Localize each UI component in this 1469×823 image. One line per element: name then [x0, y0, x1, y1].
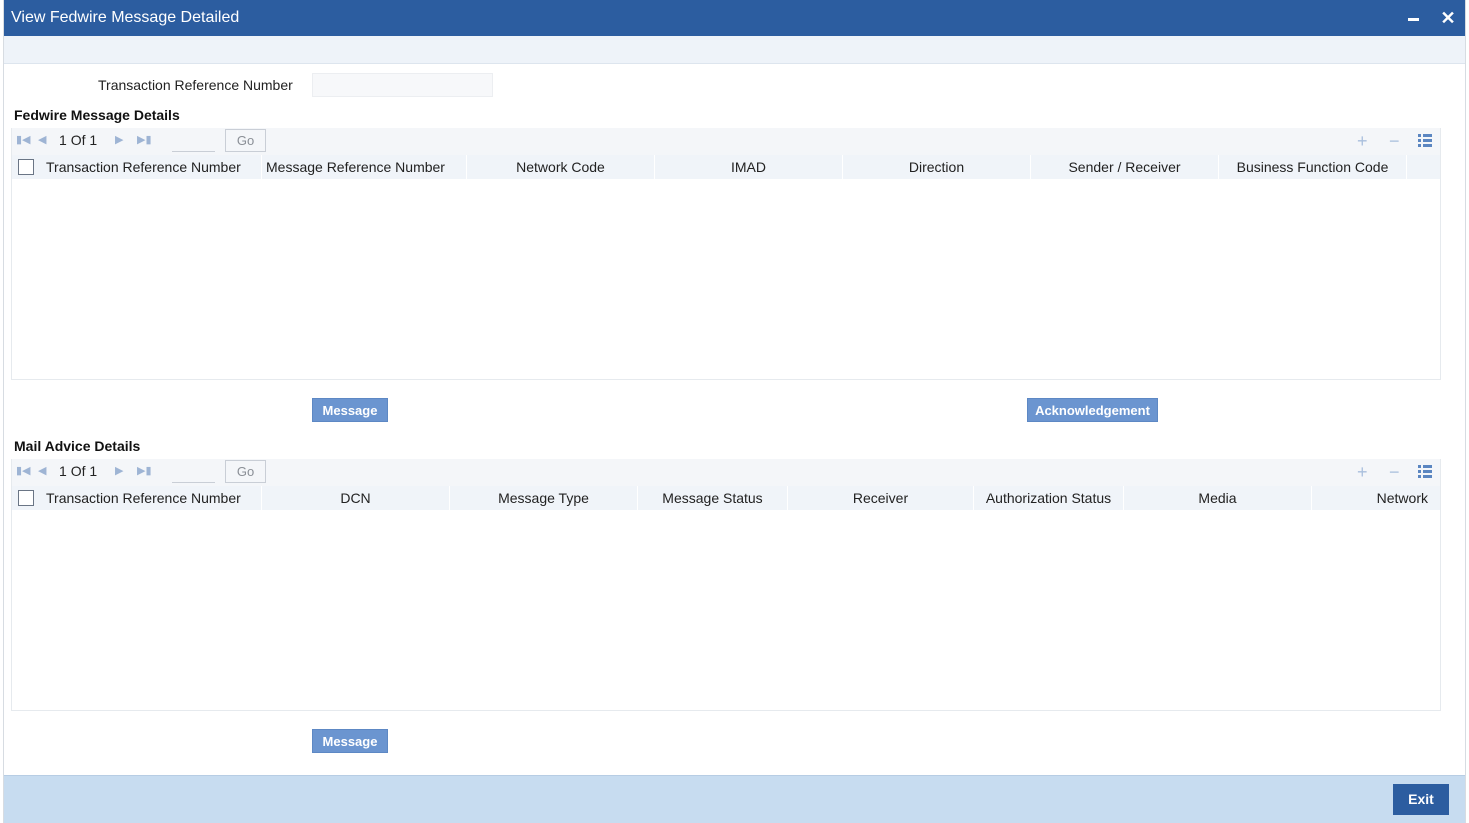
select-all-checkbox[interactable]: [18, 490, 34, 506]
title-bar: View Fedwire Message Detailed ✕: [4, 0, 1465, 36]
col-business-function-code[interactable]: Business Function Code: [1219, 155, 1407, 179]
col-sender-receiver[interactable]: Sender / Receiver: [1031, 155, 1219, 179]
next-page-icon[interactable]: ▶: [115, 133, 123, 146]
page-number-input[interactable]: [172, 461, 215, 483]
select-all-checkbox[interactable]: [18, 159, 34, 175]
col-receiver[interactable]: Receiver: [788, 486, 974, 510]
remove-row-icon[interactable]: −: [1389, 462, 1400, 482]
fedwire-message-button[interactable]: Message: [312, 398, 388, 422]
mail-section-title: Mail Advice Details: [14, 438, 141, 454]
mail-message-button[interactable]: Message: [312, 729, 388, 753]
page-number-input[interactable]: [172, 130, 215, 152]
mail-pager: ▮◀ ◀ 1 Of 1 ▶ ▶▮ Go + −: [12, 459, 1440, 486]
page-indicator: 1 Of 1: [59, 463, 97, 479]
fedwire-section-title: Fedwire Message Details: [14, 107, 180, 123]
footer-bar: Exit: [4, 775, 1465, 823]
fedwire-grid: ▮◀ ◀ 1 Of 1 ▶ ▶▮ Go + − Transaction Refe…: [11, 128, 1441, 380]
col-message-reference-number[interactable]: Message Reference Number: [262, 155, 467, 179]
col-dcn[interactable]: DCN: [262, 486, 450, 510]
mail-grid: ▮◀ ◀ 1 Of 1 ▶ ▶▮ Go + − Transaction Refe…: [11, 459, 1441, 711]
first-page-icon[interactable]: ▮◀: [16, 464, 31, 477]
current-page: 1: [59, 132, 67, 148]
minimize-icon: [1407, 18, 1419, 21]
window-title: View Fedwire Message Detailed: [11, 9, 240, 26]
fedwire-table-header: Transaction Reference Number Message Ref…: [12, 155, 1440, 179]
col-imad[interactable]: IMAD: [655, 155, 843, 179]
first-page-icon[interactable]: ▮◀: [16, 133, 31, 146]
last-page-icon[interactable]: ▶▮: [137, 464, 152, 477]
of-label: Of: [70, 463, 86, 479]
go-button[interactable]: Go: [225, 129, 266, 152]
col-media[interactable]: Media: [1124, 486, 1312, 510]
mail-table-header: Transaction Reference Number DCN Message…: [12, 486, 1440, 510]
trn-input[interactable]: [312, 73, 493, 97]
prev-page-icon[interactable]: ◀: [38, 464, 46, 477]
col-direction[interactable]: Direction: [843, 155, 1031, 179]
acknowledgement-button[interactable]: Acknowledgement: [1027, 398, 1158, 422]
col-transaction-reference-number[interactable]: Transaction Reference Number: [40, 486, 262, 510]
col-network[interactable]: Network: [1312, 486, 1440, 510]
next-page-icon[interactable]: ▶: [115, 464, 123, 477]
add-row-icon[interactable]: +: [1357, 131, 1368, 151]
col-authorization-status[interactable]: Authorization Status: [974, 486, 1124, 510]
toolbar-strip: [4, 36, 1465, 64]
prev-page-icon[interactable]: ◀: [38, 133, 46, 146]
col-transaction-reference-number[interactable]: Transaction Reference Number: [40, 155, 262, 179]
total-pages: 1: [89, 132, 98, 148]
total-pages: 1: [89, 463, 98, 479]
of-label: Of: [70, 132, 86, 148]
exit-button[interactable]: Exit: [1393, 784, 1449, 815]
add-row-icon[interactable]: +: [1357, 462, 1368, 482]
col-network-code[interactable]: Network Code: [467, 155, 655, 179]
col-message-type[interactable]: Message Type: [450, 486, 638, 510]
column-list-icon[interactable]: [1418, 465, 1432, 479]
minimize-button[interactable]: [1402, 6, 1424, 30]
fedwire-message-window: View Fedwire Message Detailed ✕ Transact…: [3, 0, 1466, 823]
close-button[interactable]: ✕: [1437, 6, 1459, 30]
column-list-icon[interactable]: [1418, 134, 1432, 148]
close-icon: ✕: [1440, 8, 1456, 28]
trn-label: Transaction Reference Number: [98, 77, 293, 93]
go-button[interactable]: Go: [225, 460, 266, 483]
fedwire-pager: ▮◀ ◀ 1 Of 1 ▶ ▶▮ Go + −: [12, 128, 1440, 155]
page-indicator: 1 Of 1: [59, 132, 97, 148]
remove-row-icon[interactable]: −: [1389, 131, 1400, 151]
col-message-status[interactable]: Message Status: [638, 486, 788, 510]
current-page: 1: [59, 463, 67, 479]
last-page-icon[interactable]: ▶▮: [137, 133, 152, 146]
